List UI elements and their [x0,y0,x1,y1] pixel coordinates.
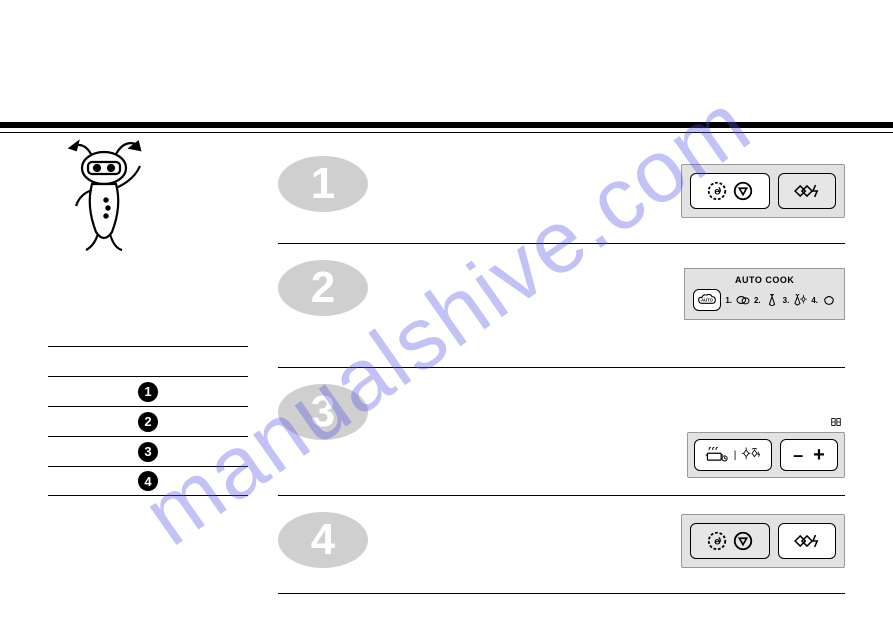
svg-text:AUTO: AUTO [701,298,713,303]
defrost-icon [742,446,762,464]
steam-pot-icon [704,446,728,464]
step-number-3: 3 [278,384,368,440]
stop-triangle-icon [732,180,754,202]
step-2: 2 AUTO COOK AUTO 1. 2. 3. 4. [278,254,845,368]
start-button[interactable] [778,173,836,209]
eco-icon: e [706,180,728,202]
summary-row-2: 2 [48,406,248,436]
option-2-label: 2. [754,296,761,305]
summary-row-1: 1 [48,376,248,406]
step-number-4: 4 [278,512,368,568]
energy-stop-button[interactable]: e [690,173,770,209]
potato-icon [736,294,750,306]
step-4: 4 e [278,506,845,594]
timer-icon [829,416,843,428]
energy-stop-button-4[interactable]: e [690,523,770,559]
cook-mode-button[interactable]: | [694,439,772,471]
option-4-label: 4. [811,296,818,305]
bowl-icon [822,294,836,306]
autocook-panel: AUTO COOK AUTO 1. 2. 3. 4. [684,268,845,320]
circled-number-2: 2 [138,412,158,432]
minus-label: – [793,445,803,466]
plus-label: + [813,444,825,467]
control-panel-3: | – + [687,432,845,478]
start-button-4[interactable] [778,523,836,559]
step-number-2: 2 [278,260,368,316]
step-digit-1: 1 [311,159,335,209]
autocook-label: AUTO COOK [735,275,794,285]
step-number-1: 1 [278,156,368,212]
plus-minus-button[interactable]: – + [780,439,838,471]
auto-button[interactable]: AUTO [693,289,721,311]
summary-header-row [48,346,248,376]
summary-row-4: 4 [48,466,248,496]
carrot-icon [765,294,779,306]
steps-column: 1 e 2 AUTO COOK [278,150,845,594]
step-digit-3: 3 [311,387,335,437]
control-panel-1: e [681,164,845,218]
start-diamonds-icon [790,180,824,202]
stop-triangle-icon [732,530,754,552]
option-3-label: 3. [783,296,790,305]
frozen-veg-icon [793,294,807,306]
summary-row-3: 3 [48,436,248,466]
header-rule-thick [0,122,893,128]
circled-number-1: 1 [138,382,158,402]
eco-icon: e [706,530,728,552]
start-diamonds-icon [790,530,824,552]
mascot-illustration [56,136,156,256]
circled-number-4: 4 [138,471,158,491]
cloud-auto-icon: AUTO [697,293,717,307]
step-digit-4: 4 [311,515,335,565]
header-rule-thin [0,132,893,133]
autocook-options-row: AUTO 1. 2. 3. 4. [693,289,836,311]
circled-number-3: 3 [138,442,158,462]
control-panel-4: e [681,514,845,568]
step-1: 1 e [278,150,845,244]
divider: | [734,450,737,461]
summary-table: 1 2 3 4 [48,346,248,496]
step-3: 3 | [278,378,845,496]
option-1-label: 1. [725,296,732,305]
step-digit-2: 2 [311,263,335,313]
